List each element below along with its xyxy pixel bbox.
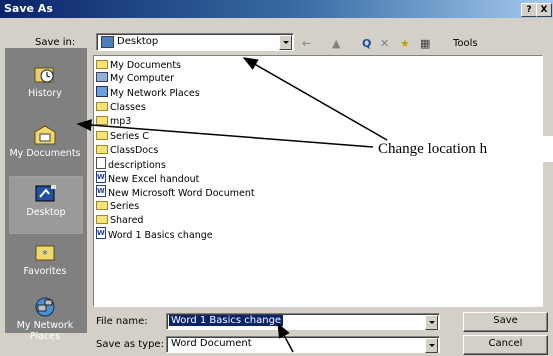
annotation-arrows bbox=[76, 57, 388, 353]
arrow-to-file-name bbox=[277, 322, 294, 353]
arrow-to-places-bar bbox=[76, 119, 374, 148]
arrow-to-save-in bbox=[242, 57, 388, 141]
save-as-dialog: Save As ? X Save in: Desktop ← ▲ Q ✕ ★ ▦… bbox=[0, 0, 553, 356]
